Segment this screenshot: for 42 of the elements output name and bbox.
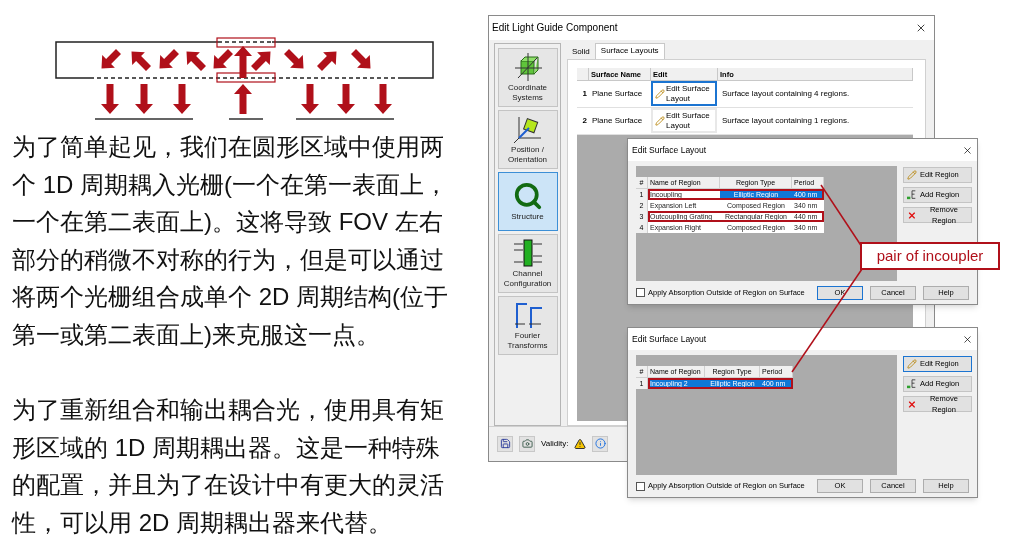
table-cell-text: Plane Surface: [591, 114, 644, 127]
pencil-icon: [907, 170, 917, 180]
window-title: Edit Surface Layout: [632, 143, 707, 157]
pencil-icon: [655, 88, 665, 99]
table-cell-text: Surface layout containing 1 regions.: [721, 114, 851, 127]
checkbox[interactable]: [636, 481, 645, 491]
sidebar-button[interactable]: Fourier Transforms: [497, 295, 558, 355]
pencil-icon: [655, 115, 665, 126]
camera-button[interactable]: [519, 435, 535, 452]
add-icon: [907, 190, 917, 200]
sidebar-button[interactable]: Structure: [497, 171, 558, 231]
validity-label: Validity:: [541, 437, 569, 450]
sidebar-button[interactable]: Coordinate Systems: [497, 47, 558, 107]
window-title: Edit Surface Layout: [632, 332, 707, 346]
sidebar-button[interactable]: Position / Orientation: [497, 109, 558, 169]
close-icon[interactable]: [962, 333, 973, 345]
channel-icon: [512, 237, 543, 268]
save-button[interactable]: [497, 435, 513, 452]
leader-line: [820, 184, 863, 248]
checkbox[interactable]: [636, 288, 645, 297]
paragraph: 为了简单起见，我们在圆形区域中使用两个 1D 周期耦入光栅(一个在第一表面上，一个在第二表面上)。这将导致 FOV 左右部分的稍微不对称的行为，但是可以通过将两个光栅组合成单个 2D 周期结构(位于第一或第二表面上)来克服这一点。: [12, 132, 449, 350]
window-title: Edit Light Guide Component: [492, 21, 618, 36]
tab[interactable]: Surface Layouts: [594, 42, 665, 59]
row-number: 2: [581, 114, 588, 127]
edit-layout-button[interactable]: Edit Surface Layout: [651, 108, 717, 134]
table-cell-text: Plane Surface: [591, 87, 644, 100]
sidebar-button[interactable]: Channel Configuration: [497, 233, 558, 293]
cube-axes-icon: [512, 51, 543, 82]
callout-label: pair of incoupler: [860, 242, 1000, 270]
table-cell-text: Surface layout containing 4 regions.: [721, 87, 851, 100]
close-icon[interactable]: [962, 144, 973, 156]
paragraph: 为了重新组合和输出耦合光，使用具有矩形区域的 1D 周期耦出器。这是一种特殊的配置，并且为了在设计中有更大的灵活性，可以用 2D 周期耦出器来代替。: [12, 395, 445, 538]
remove-icon: [907, 398, 917, 410]
add-icon: [907, 379, 917, 389]
row-number: 1: [581, 87, 588, 100]
magnifier-icon: [512, 180, 543, 211]
info-button[interactable]: [592, 435, 609, 452]
edit-layout-button[interactable]: Edit Surface Layout: [651, 81, 717, 107]
pencil-icon: [907, 359, 917, 369]
remove-icon: [907, 209, 917, 221]
warning-icon: [574, 437, 587, 450]
tab[interactable]: Solid: [567, 44, 595, 59]
